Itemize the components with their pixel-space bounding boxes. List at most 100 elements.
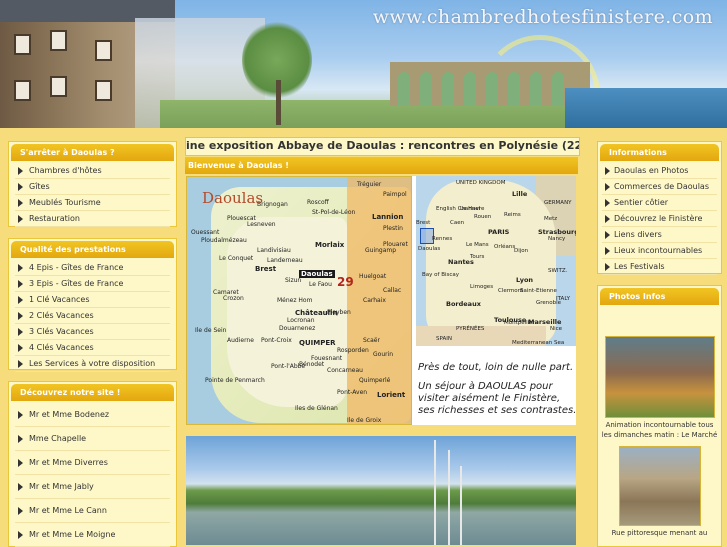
menu-item-meubles[interactable]: Meublés Tourisme: [15, 195, 170, 211]
france-region-label: SPAIN: [436, 336, 452, 342]
map-town-label: Callac: [383, 287, 402, 294]
arrow-right-icon: [605, 214, 610, 223]
france-city-label: Lille: [512, 190, 528, 198]
info-link-festivals[interactable]: Les Festivals: [602, 259, 717, 275]
map-town-label: Lesneven: [247, 221, 276, 228]
menu-item-chambres[interactable]: Chambres d'hôtes: [15, 163, 170, 179]
host-link-bodenez[interactable]: Mr et Mme Bodenez: [15, 403, 170, 427]
arrow-right-icon: [18, 166, 23, 175]
france-region-label: GERMANY: [544, 200, 572, 206]
menu-item-3-cles[interactable]: 3 Clés Vacances: [15, 324, 170, 340]
menu-item-gites[interactable]: Gîtes: [15, 179, 170, 195]
menu-item-4-epis[interactable]: 4 Epis - Gîtes de France: [15, 260, 170, 276]
info-link-photos[interactable]: Daoulas en Photos: [602, 163, 717, 179]
france-city-label: Brest: [416, 220, 431, 226]
info-link-commerces[interactable]: Commerces de Daoulas: [602, 179, 717, 195]
tagline: Près de tout, loin de nulle part. Un séj…: [418, 362, 576, 417]
street-photo[interactable]: [618, 446, 701, 526]
menu-item-1-cle[interactable]: 1 Clé Vacances: [15, 292, 170, 308]
host-link-le-cann[interactable]: Mr et Mme Le Cann: [15, 499, 170, 523]
arrow-right-icon: [18, 263, 23, 272]
host-link-diverres[interactable]: Mr et Mme Diverres: [15, 451, 170, 475]
arrow-right-icon: [18, 214, 23, 223]
arrow-right-icon: [605, 166, 610, 175]
market-photo-caption: Animation incontournable tous les dimanc…: [601, 421, 718, 439]
map-town-label: Lannion: [372, 213, 404, 221]
map-town-label: Huelgoat: [359, 273, 387, 280]
menu-item-services[interactable]: Les Services à votre disposition: [15, 356, 170, 372]
news-ticker[interactable]: ine exposition Abbaye de Daoulas : renco…: [185, 137, 580, 156]
info-link-sentier[interactable]: Sentier côtier: [602, 195, 717, 211]
map-town-label: Ploudalmézeau: [201, 237, 247, 244]
market-photo[interactable]: [604, 336, 715, 418]
information-box: Informations Daoulas en Photos Commerces…: [597, 141, 722, 275]
map-town-label: Bénodet: [299, 361, 325, 368]
host-link-chapelle[interactable]: Mme Chapelle: [15, 427, 170, 451]
map-town-label: Locronan: [287, 317, 315, 324]
france-city-label: Reims: [504, 212, 521, 218]
france-city-label: Rennes: [432, 236, 453, 242]
host-link-jably[interactable]: Mr et Mme Jably: [15, 475, 170, 499]
info-link-finistere[interactable]: Découvrez le Finistère: [602, 211, 717, 227]
map-town-label: Douarnenez: [279, 325, 316, 332]
arrow-right-icon: [18, 506, 23, 515]
harbour-photo: [186, 436, 576, 545]
stay-in-daoulas-box: S'arrêter à Daoulas ? Chambres d'hôtes G…: [8, 141, 177, 227]
info-link-liens[interactable]: Liens divers: [602, 227, 717, 243]
department-number: 29: [337, 275, 354, 289]
arrow-right-icon: [18, 482, 23, 491]
arrow-right-icon: [18, 458, 23, 467]
welcome-header: Bienvenue à Daoulas !: [185, 157, 578, 174]
box-title: Qualité des prestations: [11, 241, 174, 258]
map-town-label: Morlaix: [315, 241, 345, 249]
france-city-label: Nancy: [548, 236, 566, 242]
box-title: S'arrêter à Daoulas ?: [11, 144, 174, 161]
photos-info-box: Photos Infos Animation incontournable to…: [597, 285, 722, 547]
france-city-label: Nice: [550, 326, 563, 332]
map-town-label: Paimpol: [383, 191, 407, 198]
arrow-right-icon: [18, 279, 23, 288]
france-city-label: Metz: [544, 216, 558, 222]
map-town-label: Le Conquet: [219, 255, 254, 262]
finistere-map: Daoulas Daoulas 29 Brest Morlaix Châteauli…: [186, 176, 412, 425]
map-town-label: Guingamp: [365, 247, 397, 254]
map-town-label: Fouesnant: [311, 355, 343, 362]
banner-harbour-image: [565, 88, 727, 128]
menu-item-2-cles[interactable]: 2 Clés Vacances: [15, 308, 170, 324]
host-link-le-moigne[interactable]: Mr et Mme Le Moigne: [15, 523, 170, 547]
map-town-label: Pointe de Penmarch: [205, 377, 265, 384]
menu-item-3-epis[interactable]: 3 Epis - Gîtes de France: [15, 276, 170, 292]
quality-box: Qualité des prestations 4 Epis - Gîtes d…: [8, 238, 177, 372]
tagline-line1: Près de tout, loin de nulle part.: [418, 362, 574, 373]
map-town-label: Rosporden: [337, 347, 369, 354]
france-city-label: Tours: [470, 254, 485, 260]
info-link-lieux[interactable]: Lieux incontournables: [602, 243, 717, 259]
map-town-label: Brest: [255, 265, 277, 273]
map-town-label: Iles de Glénan: [295, 405, 338, 412]
france-map: PARIS Nantes Bordeaux Toulouse Lyon Marseille…: [416, 176, 576, 346]
france-region-label: Bay of Biscay: [422, 272, 460, 278]
arrow-right-icon: [605, 262, 610, 271]
france-region-label: SWITZ.: [548, 268, 568, 274]
map-town-label: Scaër: [363, 337, 380, 344]
map-town-label: Brignogan: [257, 201, 288, 208]
france-city-label: Bordeaux: [446, 300, 481, 308]
box-title: Informations: [600, 144, 719, 161]
discover-site-box: Découvrez notre site ! Mr et Mme Bodenez…: [8, 381, 177, 547]
france-city-label: Daoulas: [418, 246, 441, 252]
france-city-label: Dijon: [514, 248, 529, 254]
arrow-right-icon: [605, 182, 610, 191]
arrow-right-icon: [18, 343, 23, 352]
map-town-label: Ile de Groix: [347, 417, 382, 424]
menu-item-restauration[interactable]: Restauration: [15, 211, 170, 227]
map-town-label: Gourin: [373, 351, 394, 358]
france-city-label: Strasbourg: [538, 228, 576, 236]
arrow-right-icon: [18, 530, 23, 539]
daoulas-location-map: Daoulas Daoulas 29 Brest Morlaix Châteauli…: [186, 176, 576, 425]
menu-item-4-cles[interactable]: 4 Clés Vacances: [15, 340, 170, 356]
france-city-label: PARIS: [488, 228, 510, 236]
arrow-right-icon: [18, 327, 23, 336]
map-town-label: Quimperlé: [359, 377, 391, 384]
site-url-logo[interactable]: www.chambredhotesfinistere.com: [373, 6, 713, 28]
france-city-label: Le Mans: [466, 242, 489, 248]
